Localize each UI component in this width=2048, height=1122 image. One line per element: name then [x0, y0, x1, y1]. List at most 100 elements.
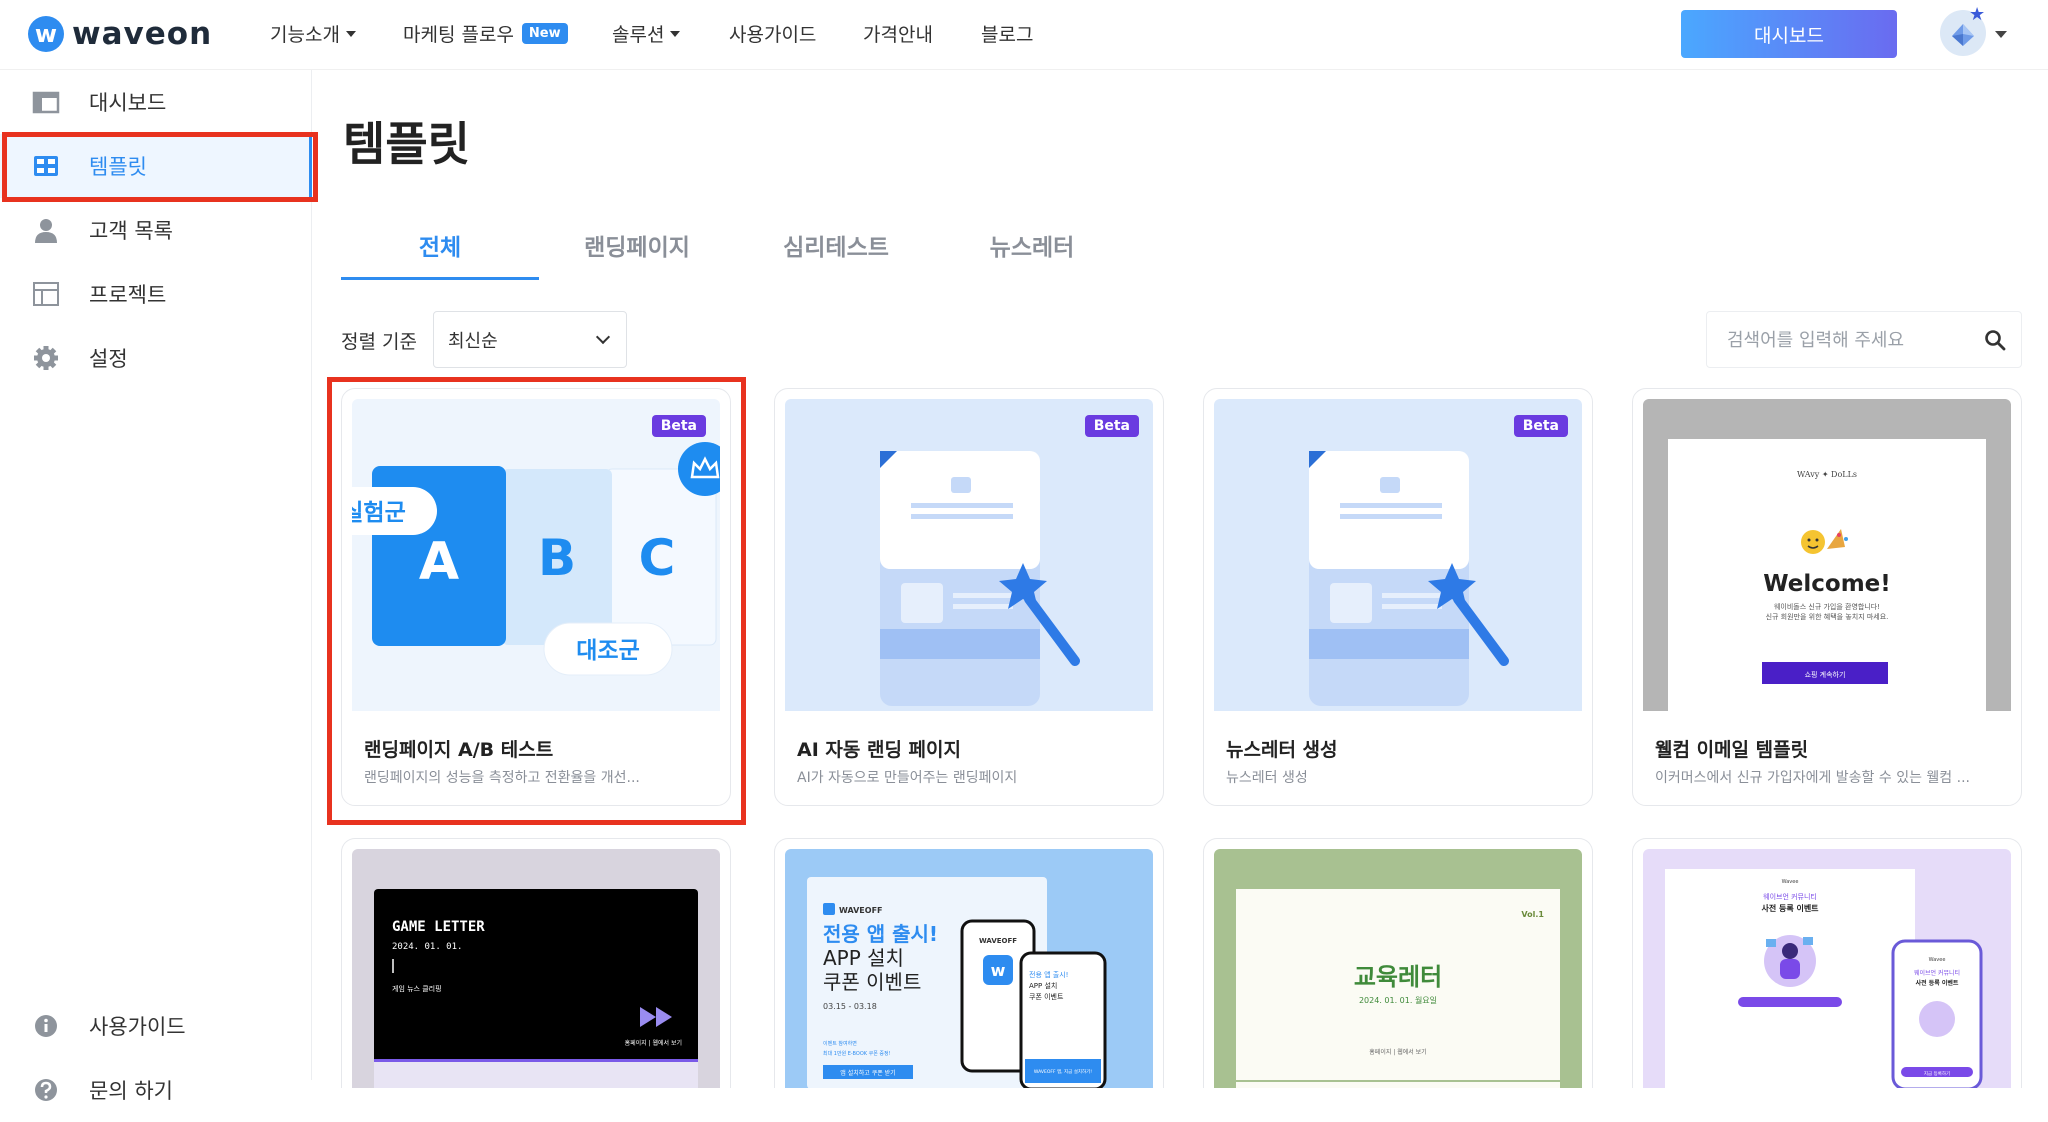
card-desc: AI가 자동으로 만들어주는 랜딩페이지 [797, 770, 1018, 786]
phone2-l2: APP 설치 [1029, 981, 1057, 990]
chevron-down-icon [670, 30, 681, 37]
tab-landing[interactable]: 랜딩페이지 [538, 220, 736, 280]
nav-label: 가격안내 [863, 24, 933, 46]
ai-page-illustration [880, 451, 1080, 706]
game-title: GAME LETTER [392, 919, 485, 935]
edu-letter-preview: Vol.1 교육레터 2024. 01. 01. 월요일 홈페이지 | 웹에서 … [1236, 889, 1560, 1088]
tab-all[interactable]: 전체 [341, 220, 539, 280]
phone-brand: WAVEOFF [979, 937, 1017, 945]
card-title: AI 자동 랜딩 페이지 [797, 739, 961, 761]
tab-newsletter[interactable]: 뉴스레터 [933, 220, 1131, 280]
card-thumbnail: GAME LETTER 2024. 01. 01. 게임 뉴스 클리핑 홈페이지… [352, 849, 720, 1088]
sort-value: 최신순 [448, 330, 498, 352]
card-desc: 뉴스레터 생성 [1226, 770, 1308, 786]
template-card-ai-landing[interactable]: Beta AI 자동 랜딩 페이지 AI가 자동으로 만들어주는 랜딩페이지 [774, 388, 1164, 806]
highlight-box-card [327, 377, 746, 825]
app-line1: 전용 앱 출시! [823, 922, 938, 946]
edu-foot: 홈페이지 | 웹에서 보기 [1369, 1048, 1426, 1056]
game-date: 2024. 01. 01. [392, 942, 462, 952]
nav-blog[interactable]: 블로그 [981, 20, 1033, 47]
highlight-box-sidebar [2, 132, 318, 202]
phone-brand: Wavee [1929, 957, 1946, 963]
sidebar-item-projects[interactable]: 프로젝트 [0, 262, 312, 326]
nav-pricing[interactable]: 가격안내 [863, 20, 933, 47]
welcome-email-preview: WAvy ✦ DoLLs Welcome! 웨이비돌스 신규 가입을 환영합니다… [1668, 439, 1986, 711]
template-card-edu-letter[interactable]: Vol.1 교육레터 2024. 01. 01. 월요일 홈페이지 | 웹에서 … [1203, 838, 1593, 1088]
welcome-button: 쇼핑 계속하기 [1805, 670, 1846, 679]
nav-label: 솔루션 [612, 24, 665, 46]
chevron-down-icon [595, 329, 611, 345]
nav-label: 마케팅 플로우 [403, 24, 514, 46]
sidebar-item-guide[interactable]: 사용가이드 [0, 994, 312, 1058]
template-card-welcome-email[interactable]: WAvy ✦ DoLLs Welcome! 웨이비돌스 신규 가입을 환영합니다… [1632, 388, 2022, 806]
phone2-l1: 전용 앱 출시! [1029, 970, 1068, 979]
card-thumbnail: WAvy ✦ DoLLs Welcome! 웨이비돌스 신규 가입을 환영합니다… [1643, 399, 2011, 711]
sidebar-item-label: 설정 [89, 347, 128, 371]
community-brand: Wavee [1782, 879, 1799, 885]
template-card-community[interactable]: Wavee 웨이브언 커뮤니티 사전 등록 이벤트 Wavee 웨이브언 커뮤니… [1632, 838, 2022, 1088]
logo-mark-icon: w [28, 16, 64, 52]
sidebar-item-customers[interactable]: 고객 목록 [0, 198, 312, 262]
sidebar-item-label: 프로젝트 [89, 283, 167, 307]
app-line3: 쿠폰 이벤트 [823, 970, 921, 994]
nav-solutions[interactable]: 솔루션 [612, 20, 681, 47]
person-icon [35, 219, 57, 243]
star-icon: ★ [1969, 4, 1986, 25]
app-coupon-preview: WAVEOFF 전용 앱 출시! APP 설치 쿠폰 이벤트 03.15 - 0… [807, 877, 1107, 1088]
dashboard-button[interactable]: 대시보드 [1681, 10, 1897, 58]
chevron-down-icon[interactable] [1995, 31, 2007, 38]
community-line1: 웨이브언 커뮤니티 [1763, 892, 1817, 901]
welcome-line1: 웨이비돌스 신규 가입을 환영합니다! [1774, 602, 1880, 611]
welcome-brand: WAvy ✦ DoLLs [1797, 470, 1857, 479]
game-foot: 홈페이지 | 웹에서 보기 [625, 1039, 682, 1047]
phone2-btn: WAVEOFF 앱, 지금 설치하기! [1034, 1068, 1092, 1075]
sort-label: 정렬 기준 [341, 331, 417, 353]
card-thumbnail: WAVEOFF 전용 앱 출시! APP 설치 쿠폰 이벤트 03.15 - 0… [785, 849, 1153, 1088]
community-preview: Wavee 웨이브언 커뮤니티 사전 등록 이벤트 Wavee 웨이브언 커뮤니… [1665, 869, 1983, 1088]
app-note: 이벤트 참여하면 [823, 1040, 857, 1047]
search-input[interactable] [1727, 325, 1967, 355]
card-title: 웰컴 이메일 템플릿 [1655, 739, 1809, 761]
gear-icon [34, 346, 58, 370]
sort-select[interactable]: 최신순 [433, 311, 627, 368]
card-thumbnail: Vol.1 교육레터 2024. 01. 01. 월요일 홈페이지 | 웹에서 … [1214, 849, 1582, 1088]
nav-features[interactable]: 기능소개 [270, 20, 356, 47]
sidebar-item-dashboard[interactable]: 대시보드 [0, 70, 312, 134]
community-line2: 사전 등록 이벤트 [1761, 903, 1819, 913]
card-thumbnail: Beta [1214, 399, 1582, 711]
template-card-game-letter[interactable]: GAME LETTER 2024. 01. 01. 게임 뉴스 클리핑 홈페이지… [341, 838, 731, 1088]
svg-text:w: w [991, 961, 1006, 980]
edu-vol: Vol.1 [1521, 910, 1544, 919]
app-note2: 최대 1만원 E-BOOK 쿠폰 증정! [823, 1050, 891, 1057]
card-thumbnail: Beta [785, 399, 1153, 711]
nav-label: 블로그 [981, 24, 1034, 46]
phone-btn: 지금 등록하기 [1924, 1070, 1950, 1077]
newsletter-illustration [1309, 451, 1509, 706]
top-header: w waveon 기능소개 마케팅 플로우 New 솔루션 사용가이드 가격안내 … [0, 0, 2048, 70]
logo-text: waveon [72, 16, 213, 52]
beta-badge: Beta [1513, 415, 1568, 437]
sidebar-item-settings[interactable]: 설정 [0, 326, 312, 390]
question-icon [35, 1079, 57, 1101]
sidebar: 대시보드 템플릿 고객 목록 프로젝트 설정 사용가이드 문의 하기 [0, 70, 312, 1103]
card-desc: 이커머스에서 신규 가입자에게 발송할 수 있는 웰컴 ... [1655, 770, 1970, 786]
sidebar-item-contact[interactable]: 문의 하기 [0, 1058, 312, 1122]
search-icon[interactable] [1983, 328, 2007, 352]
card-thumbnail: Wavee 웨이브언 커뮤니티 사전 등록 이벤트 Wavee 웨이브언 커뮤니… [1643, 849, 2011, 1088]
welcome-heading: Welcome! [1763, 571, 1891, 597]
edu-date: 2024. 01. 01. 월요일 [1359, 995, 1437, 1005]
layout-icon [33, 282, 59, 306]
template-card-newsletter[interactable]: Beta 뉴스레터 생성 뉴스레터 생성 [1203, 388, 1593, 806]
app-date: 03.15 - 03.18 [823, 1002, 877, 1011]
sidebar-item-label: 대시보드 [89, 91, 167, 115]
app-line2: APP 설치 [823, 946, 904, 970]
nav-label: 사용가이드 [729, 24, 817, 46]
phone2-l3: 쿠폰 이벤트 [1029, 992, 1064, 1001]
tab-psych-test[interactable]: 심리테스트 [737, 220, 935, 280]
nav-guide[interactable]: 사용가이드 [729, 20, 816, 47]
waveon-logo[interactable]: w waveon [28, 16, 212, 52]
nav-marketing-flow[interactable]: 마케팅 플로우 New [403, 20, 568, 47]
page-title: 템플릿 [343, 117, 470, 171]
template-card-app-coupon[interactable]: WAVEOFF 전용 앱 출시! APP 설치 쿠폰 이벤트 03.15 - 0… [774, 838, 1164, 1088]
beta-badge: Beta [1084, 415, 1139, 437]
